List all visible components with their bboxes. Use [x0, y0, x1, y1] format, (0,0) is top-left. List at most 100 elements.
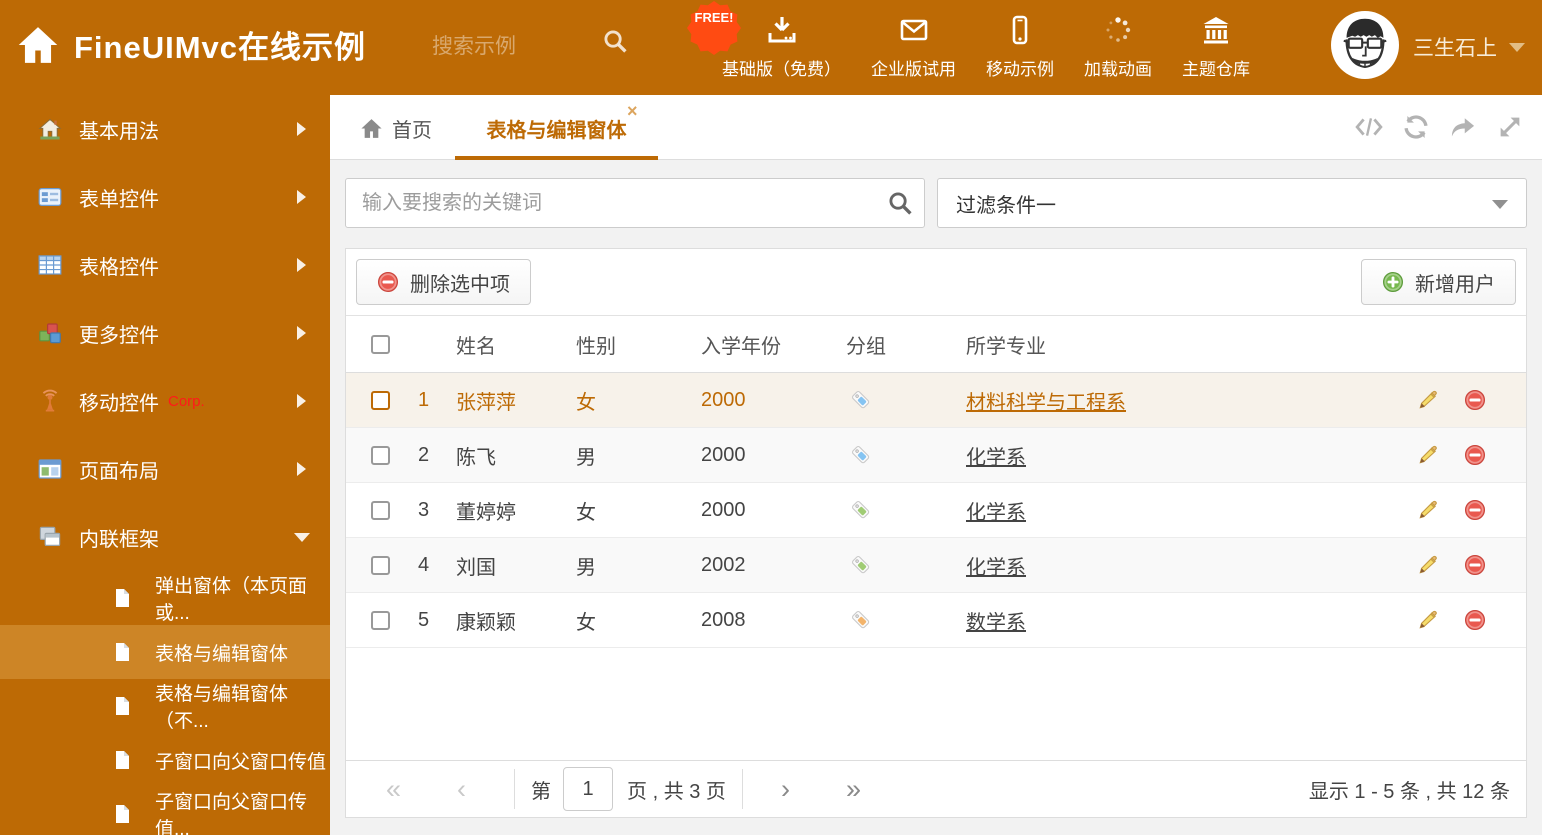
sidebar-item-1[interactable]: 表单控件	[0, 163, 330, 231]
divider	[514, 769, 516, 809]
spinner-icon	[1102, 14, 1134, 46]
sidebar-item-label: 页面布局	[79, 460, 159, 483]
frames-icon	[38, 525, 62, 549]
sidebar-item-3[interactable]: 更多控件	[0, 299, 330, 367]
edit-pencil-icon[interactable]	[1417, 609, 1439, 631]
next-page-button[interactable]: ›	[781, 775, 790, 803]
first-page-button[interactable]: «	[386, 775, 401, 803]
sidebar-subitem-3[interactable]: 子窗口向父窗口传值	[0, 733, 330, 787]
nav-item-download[interactable]: 基础版（免费）	[722, 14, 841, 80]
row-checkbox[interactable]	[371, 445, 390, 465]
page-suffix-label: 页 , 共 3 页	[627, 780, 726, 803]
sidebar-item-0[interactable]: 基本用法	[0, 95, 330, 163]
row-checkbox[interactable]	[371, 390, 390, 410]
sidebar-item-label: 表格控件	[79, 256, 159, 279]
delete-row-icon[interactable]	[1464, 389, 1486, 411]
sidebar-item-label: 移动控件	[79, 392, 159, 415]
header-search-input[interactable]: 搜索示例	[432, 30, 592, 60]
chevron-right-icon	[297, 326, 306, 340]
add-button-label: 新增用户	[1415, 273, 1495, 296]
nav-item-spinner[interactable]: 加载动画	[1084, 14, 1152, 80]
delete-button-label: 删除选中项	[410, 273, 510, 296]
tab-close-icon[interactable]: ×	[627, 101, 638, 122]
corp-badge: Corp.	[168, 392, 205, 410]
filter-dropdown[interactable]: 过滤条件一	[937, 178, 1527, 228]
nav-item-phone[interactable]: 移动示例	[986, 14, 1054, 80]
nav-item-envelope[interactable]: 企业版试用	[871, 14, 956, 80]
chevron-down-icon	[1492, 200, 1508, 209]
pagination-bar: « ‹ 第 页 , 共 3 页 › » 显示 1 - 5 条 , 共 12 条	[346, 760, 1526, 817]
page-icon	[112, 588, 132, 608]
edit-pencil-icon[interactable]	[1417, 554, 1439, 576]
download-icon	[766, 14, 798, 46]
delete-row-icon[interactable]	[1464, 554, 1486, 576]
delete-row-icon[interactable]	[1464, 609, 1486, 631]
source-code-icon[interactable]	[1355, 113, 1383, 141]
nav-item-label: 主题仓库	[1182, 60, 1250, 79]
user-menu[interactable]: 三生石上	[1413, 32, 1525, 62]
major-link[interactable]: 化学系	[966, 502, 1026, 524]
row-index: 1	[417, 388, 430, 411]
app-header: FineUIMvc在线示例 搜索示例 FREE! 基础版（免费） 企业版试用 移动示…	[0, 0, 1542, 95]
expand-icon[interactable]	[1496, 113, 1524, 141]
cell-year: 2000	[701, 443, 746, 466]
sidebar-subitem-label: 子窗口向父窗口传值...	[155, 792, 308, 835]
filter-dropdown-value: 过滤条件一	[956, 194, 1056, 217]
cell-year: 2008	[701, 608, 746, 631]
last-page-button[interactable]: »	[846, 775, 861, 803]
grid-body: 1 张萍萍女 2000 材料科学与工程系 2 陈飞男 2000 化学系 3 董婷婷女 2000 化学系…	[346, 373, 1526, 648]
delete-row-icon[interactable]	[1464, 499, 1486, 521]
search-icon[interactable]	[887, 190, 913, 216]
sidebar-item-6[interactable]: 内联框架	[0, 503, 330, 571]
delete-row-icon[interactable]	[1464, 444, 1486, 466]
divider	[741, 769, 743, 809]
nav-item-bank[interactable]: 主题仓库	[1182, 14, 1250, 80]
table-row: 4 刘国 男 2002 化学系	[346, 538, 1526, 593]
major-link[interactable]: 材料科学与工程系	[966, 392, 1126, 414]
column-header-gender: 性别	[576, 335, 616, 358]
sidebar-subitem-1[interactable]: 表格与编辑窗体	[0, 625, 330, 679]
sidebar-subitem-4[interactable]: 子窗口向父窗口传值...	[0, 787, 330, 835]
major-link[interactable]: 数学系	[966, 612, 1026, 634]
major-link[interactable]: 化学系	[966, 447, 1026, 469]
sidebar-item-2[interactable]: 表格控件	[0, 231, 330, 299]
share-icon[interactable]	[1449, 113, 1477, 141]
app-logo[interactable]: FineUIMvc在线示例	[16, 22, 366, 67]
page-number-input[interactable]	[563, 767, 614, 811]
form-icon	[38, 185, 62, 209]
delete-selected-button[interactable]: 删除选中项	[356, 259, 531, 305]
avatar[interactable]	[1331, 11, 1399, 79]
row-index: 2	[417, 443, 430, 466]
grid-panel: 删除选中项 新增用户 姓名 性别 入学年份 分组 所学专业 1 张萍萍女 2000 材…	[345, 248, 1527, 818]
prev-page-button[interactable]: ‹	[457, 775, 466, 803]
plus-circle-icon	[1382, 271, 1404, 293]
row-checkbox[interactable]	[371, 610, 390, 630]
sidebar-item-label: 表单控件	[79, 188, 159, 211]
tab-home[interactable]: 首页	[360, 114, 432, 143]
row-checkbox[interactable]	[371, 500, 390, 520]
table-row: 2 陈飞 男 2000 化学系	[346, 428, 1526, 483]
header-nav: 基础版（免费） 企业版试用 移动示例 加载动画 主题仓库	[722, 14, 1280, 80]
table-header: 姓名 性别 入学年份 分组 所学专业	[346, 316, 1526, 373]
sidebar-subitem-2[interactable]: 表格与编辑窗体（不...	[0, 679, 330, 733]
edit-pencil-icon[interactable]	[1417, 389, 1439, 411]
sidebar-menu: 基本用法表单控件表格控件更多控件移动控件 Corp. 页面布局内联框架 弹出窗体（本页…	[0, 95, 330, 835]
cell-name: 刘国	[456, 556, 496, 579]
sidebar-item-4[interactable]: 移动控件 Corp.	[0, 367, 330, 435]
row-checkbox[interactable]	[371, 555, 390, 575]
table-row: 3 董婷婷 女 2000 化学系	[346, 483, 1526, 538]
row-index: 4	[417, 553, 430, 576]
search-input[interactable]	[345, 178, 925, 228]
edit-pencil-icon[interactable]	[1417, 444, 1439, 466]
sidebar-subitem-0[interactable]: 弹出窗体（本页面或...	[0, 571, 330, 625]
edit-pencil-icon[interactable]	[1417, 499, 1439, 521]
header-search-icon[interactable]	[602, 28, 628, 54]
add-user-button[interactable]: 新增用户	[1361, 259, 1516, 305]
major-link[interactable]: 化学系	[966, 557, 1026, 579]
tag-icon	[836, 554, 956, 576]
select-all-checkbox[interactable]	[371, 334, 390, 354]
sidebar-item-5[interactable]: 页面布局	[0, 435, 330, 503]
grid-toolbar: 删除选中项 新增用户	[346, 249, 1526, 316]
refresh-icon[interactable]	[1402, 113, 1430, 141]
cell-year: 2000	[701, 498, 746, 521]
